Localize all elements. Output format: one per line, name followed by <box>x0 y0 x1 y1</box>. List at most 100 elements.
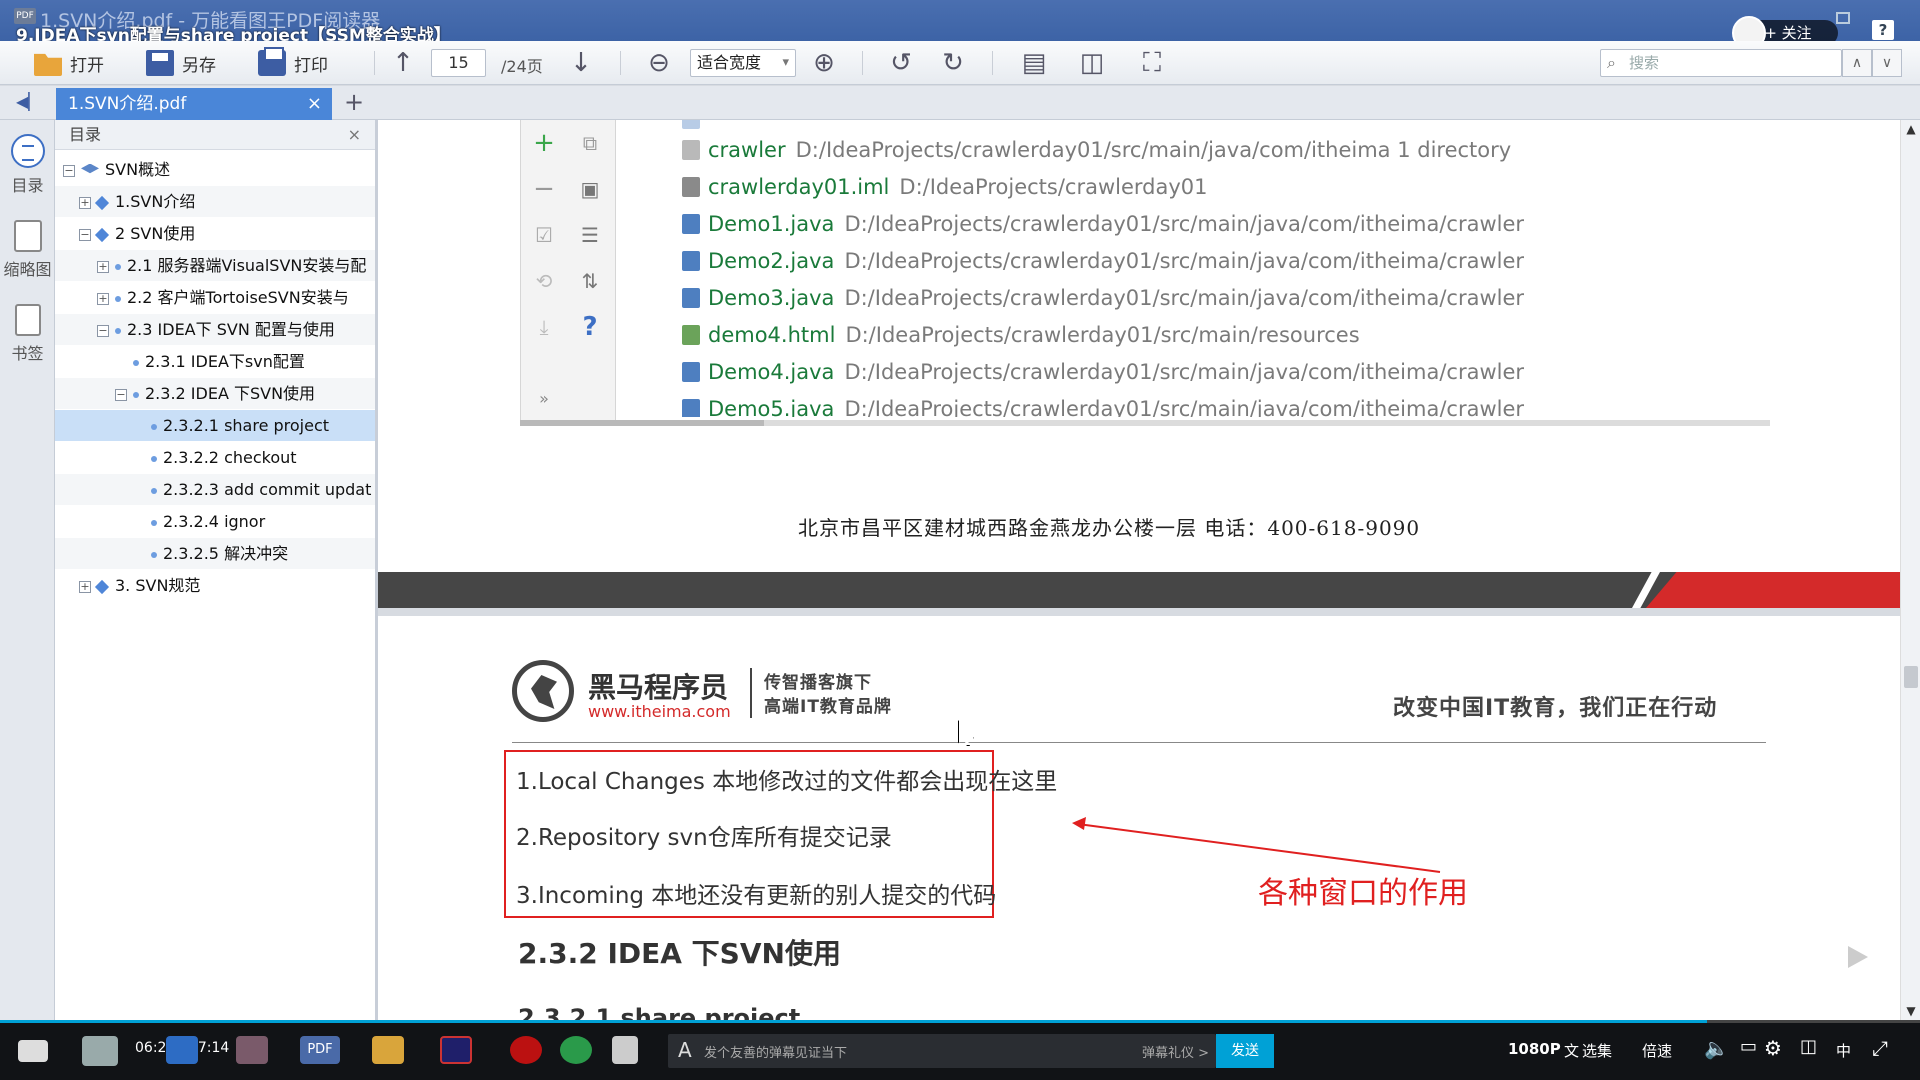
rotate-right-icon[interactable]: ↻ <box>937 47 969 79</box>
file-row: Demo1.java D:/IdeaProjects/crawlerday01/s… <box>682 212 1524 242</box>
next-page-icon[interactable]: ↓ <box>565 47 597 79</box>
danmaku-etiquette-link[interactable]: 弹幕礼仪 > <box>1142 1042 1209 1061</box>
zoom-in-icon[interactable]: ⊕ <box>808 47 840 79</box>
single-page-icon[interactable]: ▤ <box>1018 47 1050 79</box>
outline-item[interactable]: +1.SVN介绍 <box>55 186 375 217</box>
collapse-toggle-icon[interactable]: − <box>97 324 109 337</box>
collapse-toggle-icon[interactable]: − <box>63 164 75 177</box>
outline-panel: 目录 × − SVN概述 +1.SVN介绍 −2 SVN使用 +2.1 服务器端V… <box>55 120 378 1020</box>
close-icon[interactable]: × <box>307 88 322 120</box>
volume-icon[interactable]: 🔈 <box>1704 1036 1729 1060</box>
bullet-icon <box>115 295 121 302</box>
text-toggle[interactable]: 文 <box>1564 1040 1579 1061</box>
outline-item[interactable]: − SVN概述 <box>55 154 375 185</box>
danmaku-toggle-icon[interactable] <box>612 1036 638 1064</box>
settings-gear-icon[interactable]: ⚙ <box>1764 1036 1782 1060</box>
checkbox-icon: ☑ <box>535 223 553 247</box>
send-button[interactable]: 发送 <box>1216 1034 1274 1068</box>
fullscreen-icon[interactable]: ⤢ <box>1872 1036 1888 1060</box>
next-episode-icon[interactable] <box>82 1036 118 1066</box>
outline-item[interactable]: −2 SVN使用 <box>55 218 375 249</box>
speed-button[interactable]: 倍速 <box>1642 1040 1672 1061</box>
outline-item[interactable]: 2.3.2.3 add commit updat <box>55 474 375 505</box>
new-tab-icon[interactable]: + <box>344 88 364 116</box>
outline-item-selected[interactable]: 2.3.2.1 share project <box>55 410 375 441</box>
outline-item[interactable]: +3. SVN规范 <box>55 570 375 601</box>
collapse-sidebar-icon[interactable]: ◀▏ <box>16 92 41 111</box>
outline-item[interactable]: +2.1 服务器端VisualSVN安装与配 <box>55 250 375 281</box>
collapse-toggle-icon[interactable]: − <box>115 388 127 401</box>
zoom-out-icon[interactable]: ⊖ <box>643 47 675 79</box>
rail-toc[interactable]: 目录 <box>0 134 55 196</box>
outline-item[interactable]: +2.2 客户端TortoiseSVN安装与 <box>55 282 375 313</box>
close-icon[interactable]: × <box>348 120 361 150</box>
page-number-input[interactable]: 15 <box>431 49 486 77</box>
search-input[interactable]: ⌕ 搜索 <box>1600 49 1842 77</box>
ide-scroll-thumb <box>520 420 764 426</box>
play-pause-icon[interactable] <box>18 1040 48 1062</box>
bullet-icon <box>115 263 121 270</box>
outline-item[interactable]: −2.3 IDEA下 SVN 配置与使用 <box>55 314 375 345</box>
quality-selector[interactable]: 1080P <box>1508 1040 1561 1058</box>
revert-icon: ⟲ <box>535 269 553 293</box>
file-row-partial <box>682 120 708 137</box>
html-file-icon <box>682 325 700 345</box>
outline-item[interactable]: 2.3.1 IDEA下svn配置 <box>55 346 375 377</box>
zoom-select[interactable]: 适合宽度 ▾ <box>690 49 796 77</box>
save-as-button[interactable]: 另存 <box>146 49 216 77</box>
vertical-scrollbar[interactable]: ▲ ▼ <box>1900 120 1920 1020</box>
group-icon: ☰ <box>581 223 599 247</box>
bullet-icon <box>133 391 139 398</box>
brand-subtitle: 高端IT教育品牌 <box>764 697 892 717</box>
picture-in-picture-icon[interactable]: ◫ <box>1800 1036 1817 1057</box>
diamond-icon <box>94 227 110 242</box>
previous-page-icon[interactable]: ↑ <box>387 47 419 79</box>
playlist-button[interactable]: 选集 <box>1582 1040 1612 1061</box>
help-button[interactable]: ? <box>1872 20 1894 40</box>
danmaku-input[interactable]: A 发个友善的弹幕见证当下 弹幕礼仪 > <box>668 1034 1216 1068</box>
scroll-thumb[interactable] <box>1904 666 1918 688</box>
text-style-icon[interactable]: A <box>678 1038 692 1062</box>
file-row: Demo3.java D:/IdeaProjects/crawlerday01/s… <box>682 286 1524 316</box>
expand-toggle-icon[interactable]: + <box>79 580 91 593</box>
print-button[interactable]: 打印 <box>258 47 328 77</box>
subtitle-button[interactable]: 中 <box>1836 1040 1851 1061</box>
rotate-left-icon[interactable]: ↺ <box>885 47 917 79</box>
expand-toggle-icon[interactable]: + <box>97 260 109 273</box>
rail-bookmarks[interactable]: 书签 <box>0 304 55 364</box>
outline-item[interactable]: 2.3.2.4 ignor <box>55 506 375 537</box>
outline-item[interactable]: −2.3.2 IDEA 下SVN使用 <box>55 378 375 409</box>
folder-open-icon <box>34 53 62 76</box>
print-label: 打印 <box>294 55 328 76</box>
tab-document[interactable]: 1.SVN介绍.pdf × <box>56 88 332 120</box>
merge-icon: ⇅ <box>581 269 599 293</box>
search-next-button[interactable]: ∨ <box>1872 49 1902 77</box>
remove-icon: − <box>533 174 555 204</box>
scroll-down-icon[interactable]: ▼ <box>1901 1004 1920 1018</box>
two-page-icon[interactable]: ◫ <box>1076 47 1108 79</box>
page-total: /24页 <box>501 57 543 76</box>
outline-item[interactable]: 2.3.2.5 解决冲突 <box>55 538 375 569</box>
scroll-up-icon[interactable]: ▲ <box>1901 122 1920 136</box>
toolbar-divider <box>620 51 621 75</box>
copy-icon: ⧉ <box>582 131 598 155</box>
video-progress-bar[interactable] <box>0 1020 1920 1023</box>
search-prev-button[interactable]: ∧ <box>1842 49 1872 77</box>
restore-window-icon[interactable] <box>1836 12 1850 24</box>
fullscreen-icon[interactable]: ⛶ <box>1136 47 1168 79</box>
expand-toggle-icon[interactable]: + <box>97 292 109 305</box>
expand-toggle-icon[interactable]: + <box>79 196 91 209</box>
toolbar-divider <box>374 51 375 75</box>
taskbar-folder-icon <box>372 1036 404 1064</box>
outline-item[interactable]: 2.3.2.2 checkout <box>55 442 375 473</box>
danmaku-settings-icon[interactable]: ▭ <box>1740 1036 1757 1057</box>
document-view[interactable]: + ⧉ − ▣ ☑ ☰ ⟲ ⇅ ⤓ ? » crawler D:/IdeaProj… <box>378 120 1900 1020</box>
title-bar: PDF 1.SVN介绍.pdf - 万能看图王PDF阅读器 9.IDEA下svn… <box>0 0 1920 50</box>
open-button[interactable]: 打开 <box>34 49 104 77</box>
play-icon[interactable] <box>1828 934 1884 978</box>
taskbar-pdf-icon: PDF <box>300 1036 340 1064</box>
collapse-toggle-icon[interactable]: − <box>79 228 91 241</box>
rail-thumbnails[interactable]: 缩略图 <box>0 220 55 280</box>
file-row: Demo5.java D:/IdeaProjects/crawlerday01/s… <box>682 397 1524 417</box>
java-file-icon <box>682 288 700 308</box>
